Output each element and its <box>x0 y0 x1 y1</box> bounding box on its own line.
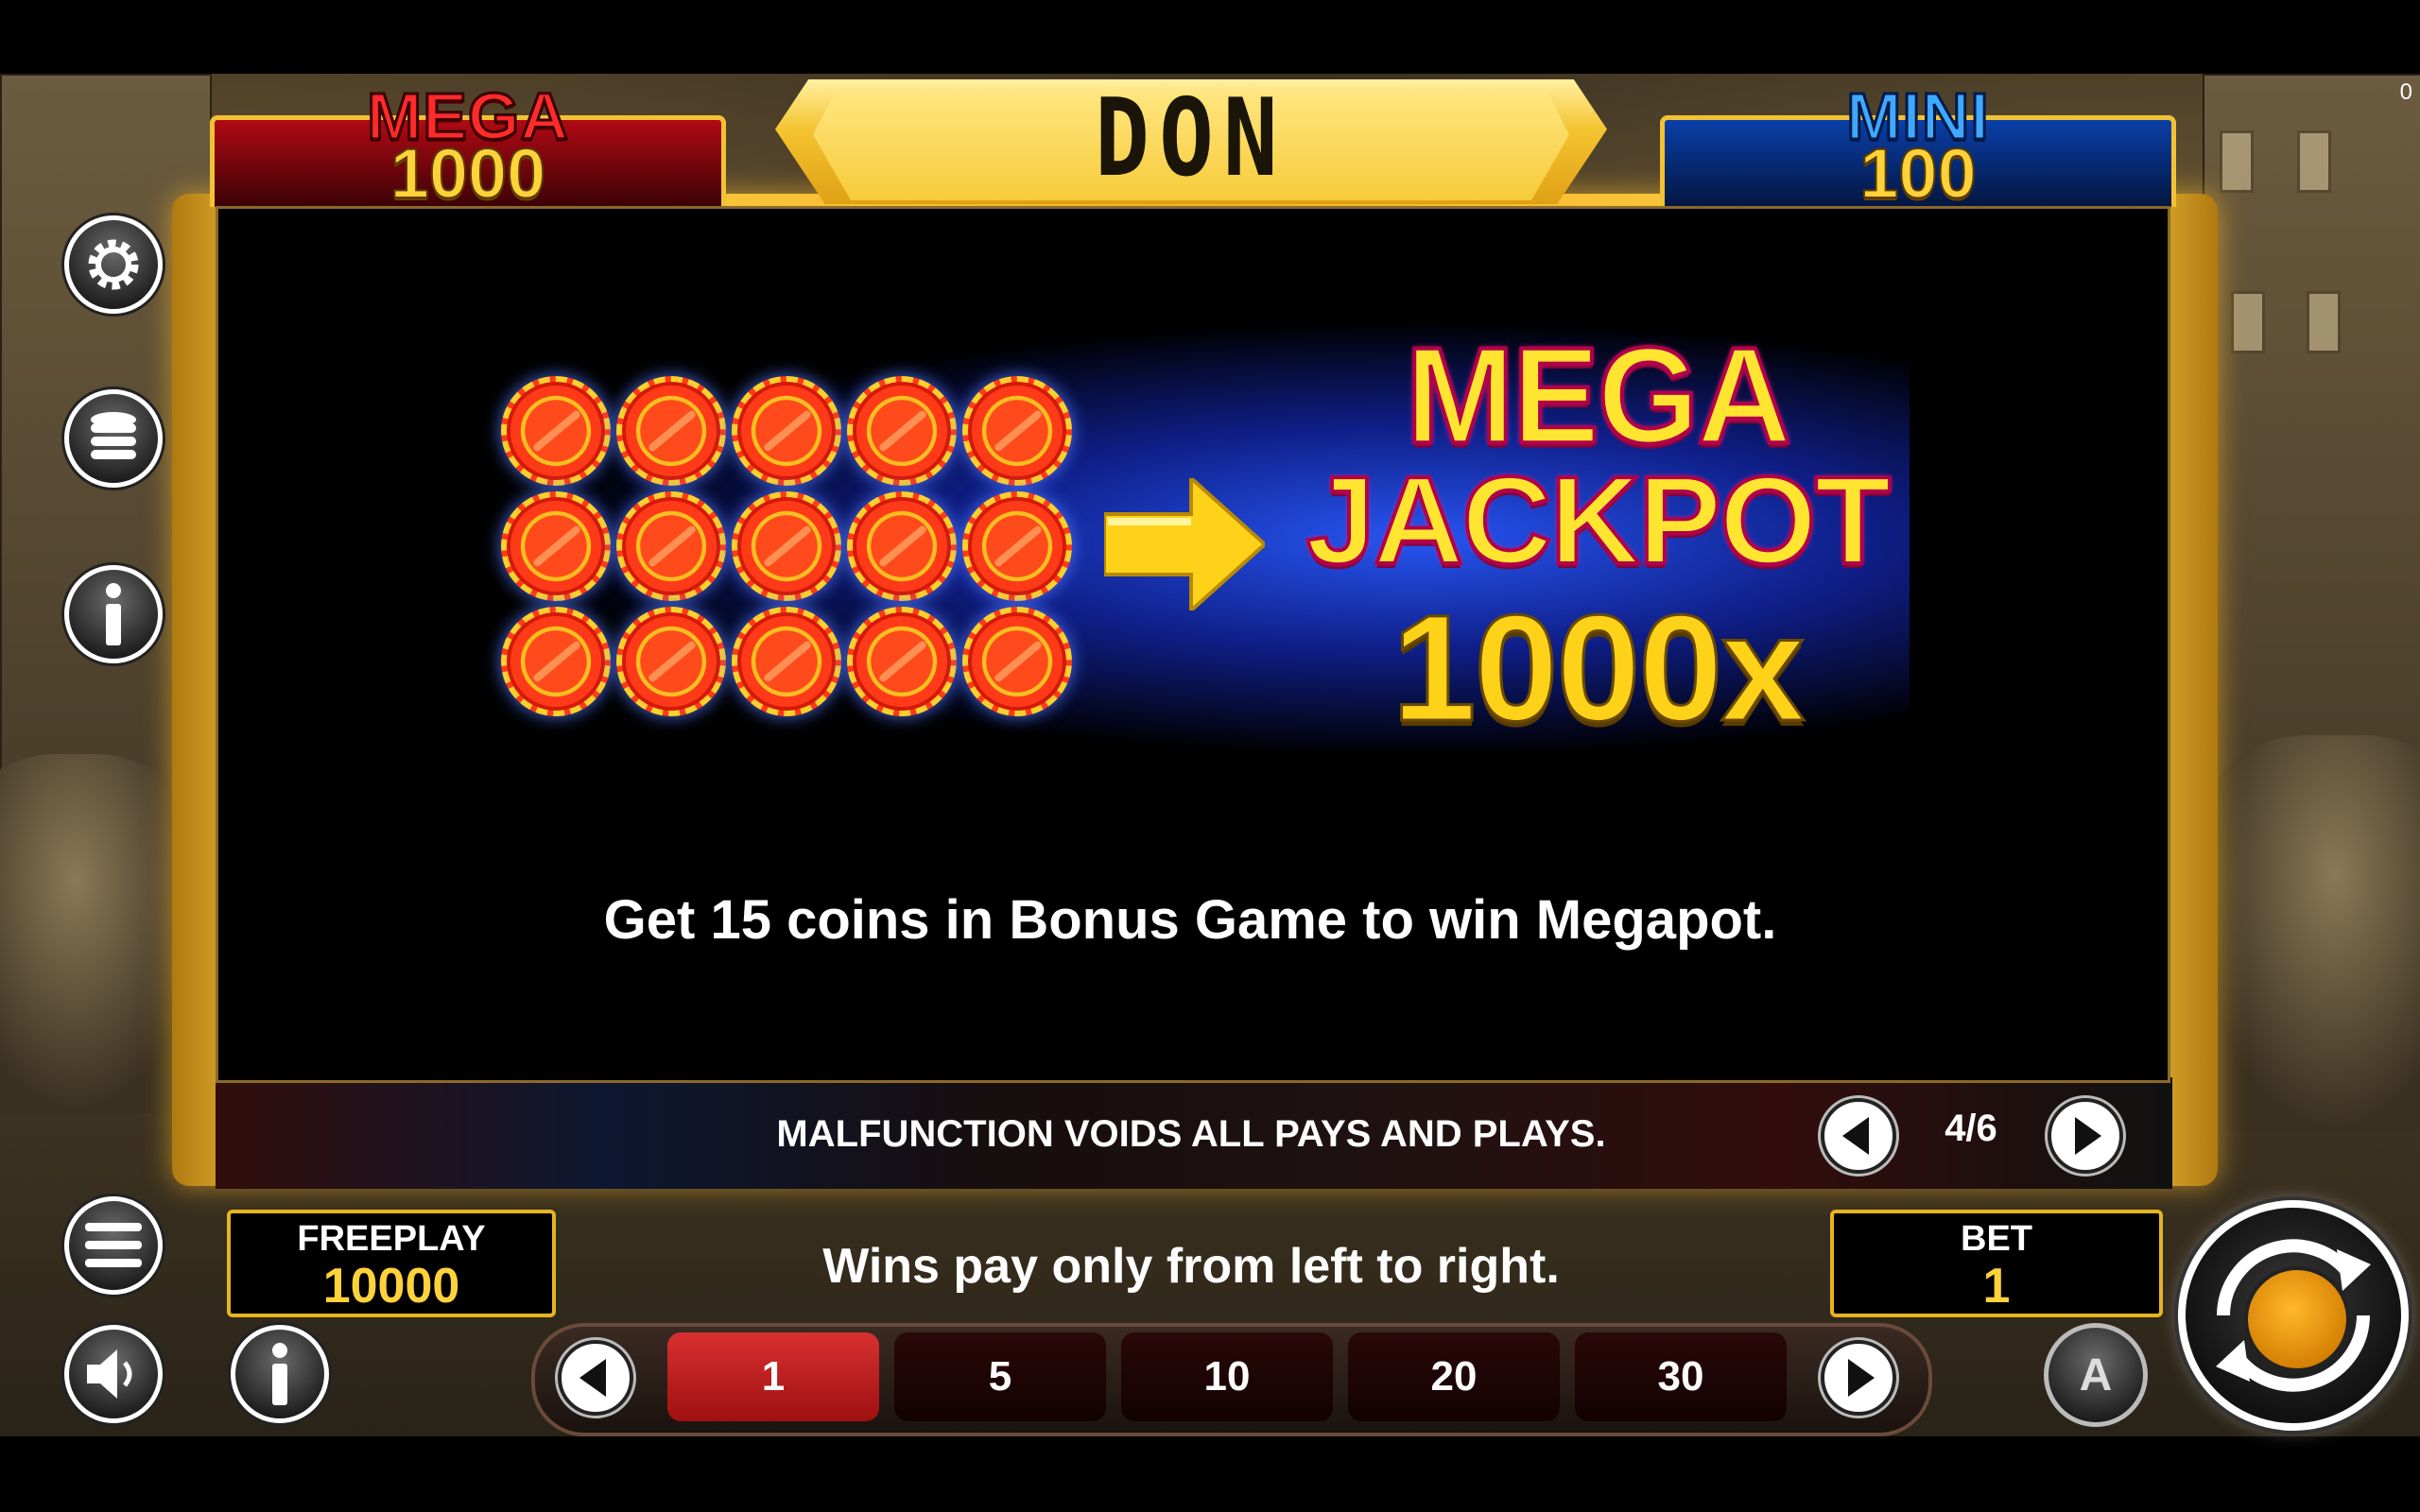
info-icon <box>272 1343 287 1405</box>
coin-icon <box>732 607 841 716</box>
autoplay-label: A <box>2079 1349 2113 1400</box>
speaker-icon <box>87 1349 132 1399</box>
chevron-left-icon <box>1842 1117 1869 1155</box>
coin-icon <box>501 607 611 716</box>
chevron-right-icon <box>1848 1359 1875 1397</box>
corner-counter: 0 <box>2399 79 2412 105</box>
malfunction-disclaimer: MALFUNCTION VOIDS ALL PAYS AND PLAYS. <box>776 1113 1606 1155</box>
freeplay-balance: FREEPLAY 10000 <box>227 1210 556 1317</box>
bet-coins-button[interactable] <box>64 389 163 488</box>
spin-logo-icon <box>2244 1266 2350 1372</box>
coin-icon <box>732 491 841 601</box>
settings-button[interactable] <box>64 215 163 314</box>
coin-icon <box>847 376 957 486</box>
bet-option-30[interactable]: 30 <box>1575 1332 1787 1421</box>
freeplay-value: 10000 <box>322 1259 460 1314</box>
bet-option-20[interactable]: 20 <box>1348 1332 1560 1421</box>
coin-icon <box>962 376 1072 486</box>
spin-button[interactable] <box>2178 1200 2409 1431</box>
gear-icon <box>88 239 139 290</box>
coin-icon <box>847 607 957 716</box>
bet-option-5[interactable]: 5 <box>894 1332 1106 1421</box>
coin-icon <box>847 491 957 601</box>
paytable-description: Get 15 coins in Bonus Game to win Megapo… <box>603 889 1777 951</box>
coin-icon <box>616 607 726 716</box>
background-window <box>2307 291 2341 353</box>
bet-option-1[interactable]: 1 <box>667 1332 879 1421</box>
paytable-next-button[interactable] <box>2048 1098 2123 1174</box>
bet-label: BET <box>1961 1219 2032 1259</box>
coin-icon <box>501 491 611 601</box>
mega-jackpot-line-jackpot: JACKPOT <box>1305 449 1893 592</box>
menu-icon <box>85 1223 142 1267</box>
bet-display: BET 1 <box>1830 1210 2163 1317</box>
background-car-right <box>2193 735 2420 1132</box>
background-window <box>2220 130 2254 193</box>
coins-stack-icon <box>91 412 136 459</box>
bet-decrease-button[interactable] <box>558 1340 633 1416</box>
info-icon <box>106 583 121 645</box>
mini-jackpot-box: MINI 100 <box>1660 78 2176 214</box>
sound-button[interactable] <box>64 1325 163 1423</box>
game-info-button[interactable] <box>231 1325 329 1423</box>
coin-icon <box>616 491 726 601</box>
coin-icon <box>501 376 611 486</box>
mini-jackpot-value: 100 <box>1858 133 1977 214</box>
coin-icon <box>962 491 1072 601</box>
background-window <box>2297 130 2331 193</box>
mega-jackpot-box: MEGA 1000 <box>210 78 726 214</box>
chevron-right-icon <box>2075 1117 2101 1155</box>
background-window <box>2231 291 2265 353</box>
bet-option-10[interactable]: 10 <box>1121 1332 1333 1421</box>
coin-icon <box>962 607 1072 716</box>
mega-jackpot-multiplier: 1000x <box>1391 582 1806 754</box>
chevron-left-icon <box>579 1359 606 1397</box>
menu-button[interactable] <box>64 1196 163 1295</box>
paytable-page-indicator: 4/6 <box>1945 1108 1997 1149</box>
coin-grid <box>501 376 1087 726</box>
right-arrow-icon <box>1104 478 1265 610</box>
bet-value: 1 <box>1982 1259 2011 1314</box>
autoplay-button[interactable]: A <box>2044 1323 2148 1427</box>
mega-jackpot-graphic: MEGA JACKPOT 1000x <box>1286 318 1910 756</box>
paytable-prev-button[interactable] <box>1821 1098 1896 1174</box>
wins-info-text: Wins pay only from left to right. <box>822 1239 1560 1294</box>
coin-icon <box>616 376 726 486</box>
mega-jackpot-value: 1000 <box>389 133 547 214</box>
coin-icon <box>732 376 841 486</box>
freeplay-label: FREEPLAY <box>297 1219 486 1259</box>
paytable-info-button[interactable] <box>64 565 163 663</box>
bet-increase-button[interactable] <box>1821 1340 1896 1416</box>
